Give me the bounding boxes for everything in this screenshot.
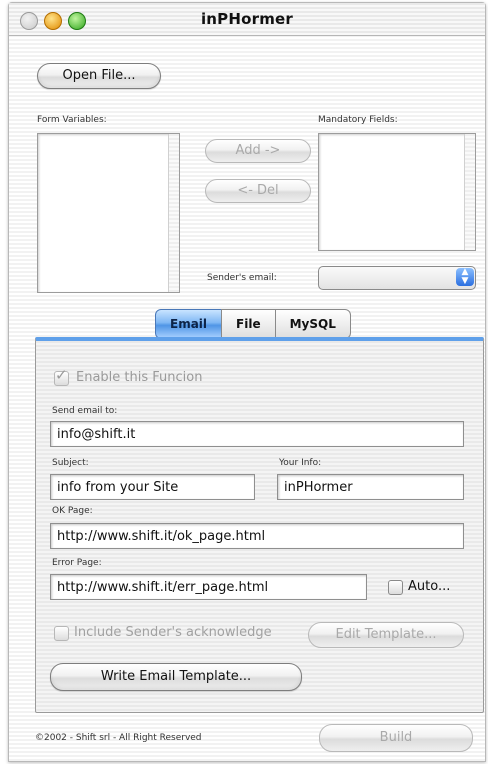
auto-checkbox[interactable]: [388, 580, 403, 595]
tab-file[interactable]: File: [221, 309, 276, 339]
open-file-button[interactable]: Open File...: [37, 63, 161, 89]
window-title: inPHormer: [200, 10, 294, 28]
senders-email-label: Sender's email:: [207, 273, 277, 283]
form-variables-scrollbar[interactable]: [168, 134, 179, 292]
enable-function-label: Enable this Funcion: [76, 370, 203, 385]
edit-template-button[interactable]: Edit Template...: [308, 622, 464, 648]
send-email-to-field[interactable]: info@shift.it: [50, 421, 464, 447]
mandatory-fields-list[interactable]: [318, 133, 476, 251]
mandatory-fields-scrollbar[interactable]: [464, 134, 475, 250]
form-variables-list[interactable]: [37, 133, 180, 293]
senders-email-popup[interactable]: ▲ ▼: [318, 266, 476, 290]
popup-arrows-icon: ▲ ▼: [456, 268, 474, 286]
send-email-to-label: Send email to:: [52, 406, 118, 416]
include-ack-label: Include Sender's acknowledge: [74, 625, 272, 640]
error-page-label: Error Page:: [52, 558, 102, 568]
tab-bar: Email File MySQL: [155, 309, 351, 339]
subject-label: Subject:: [52, 458, 89, 468]
subject-field[interactable]: info from your Site: [50, 474, 255, 500]
your-info-label: Your Info:: [279, 458, 322, 468]
title-bar[interactable]: inPHormer: [9, 3, 485, 36]
add-field-button[interactable]: Add ->: [205, 139, 311, 163]
tab-email[interactable]: Email: [155, 309, 223, 339]
delete-field-button[interactable]: <- Del: [205, 179, 311, 203]
write-email-template-button[interactable]: Write Email Template...: [50, 663, 302, 691]
build-button[interactable]: Build: [319, 724, 473, 752]
error-page-field[interactable]: http://www.shift.it/err_page.html: [50, 574, 367, 600]
main-window: inPHormer Open File... Form Variables: M…: [8, 2, 486, 762]
copyright-text: ©2002 - Shift srl - All Right Reserved: [35, 733, 202, 743]
ok-page-label: OK Page:: [52, 506, 93, 516]
form-variables-label: Form Variables:: [37, 115, 107, 125]
mandatory-fields-label: Mandatory Fields:: [318, 115, 398, 125]
include-ack-checkbox[interactable]: [54, 626, 69, 641]
your-info-field[interactable]: inPHormer: [277, 474, 464, 500]
tab-mysql[interactable]: MySQL: [274, 309, 351, 339]
auto-label[interactable]: Auto...: [408, 579, 450, 594]
ok-page-field[interactable]: http://www.shift.it/ok_page.html: [50, 523, 464, 549]
checkmark-icon: ✓: [55, 366, 68, 384]
email-tab-panel: ✓ Enable this Funcion Send email to: inf…: [35, 337, 484, 713]
